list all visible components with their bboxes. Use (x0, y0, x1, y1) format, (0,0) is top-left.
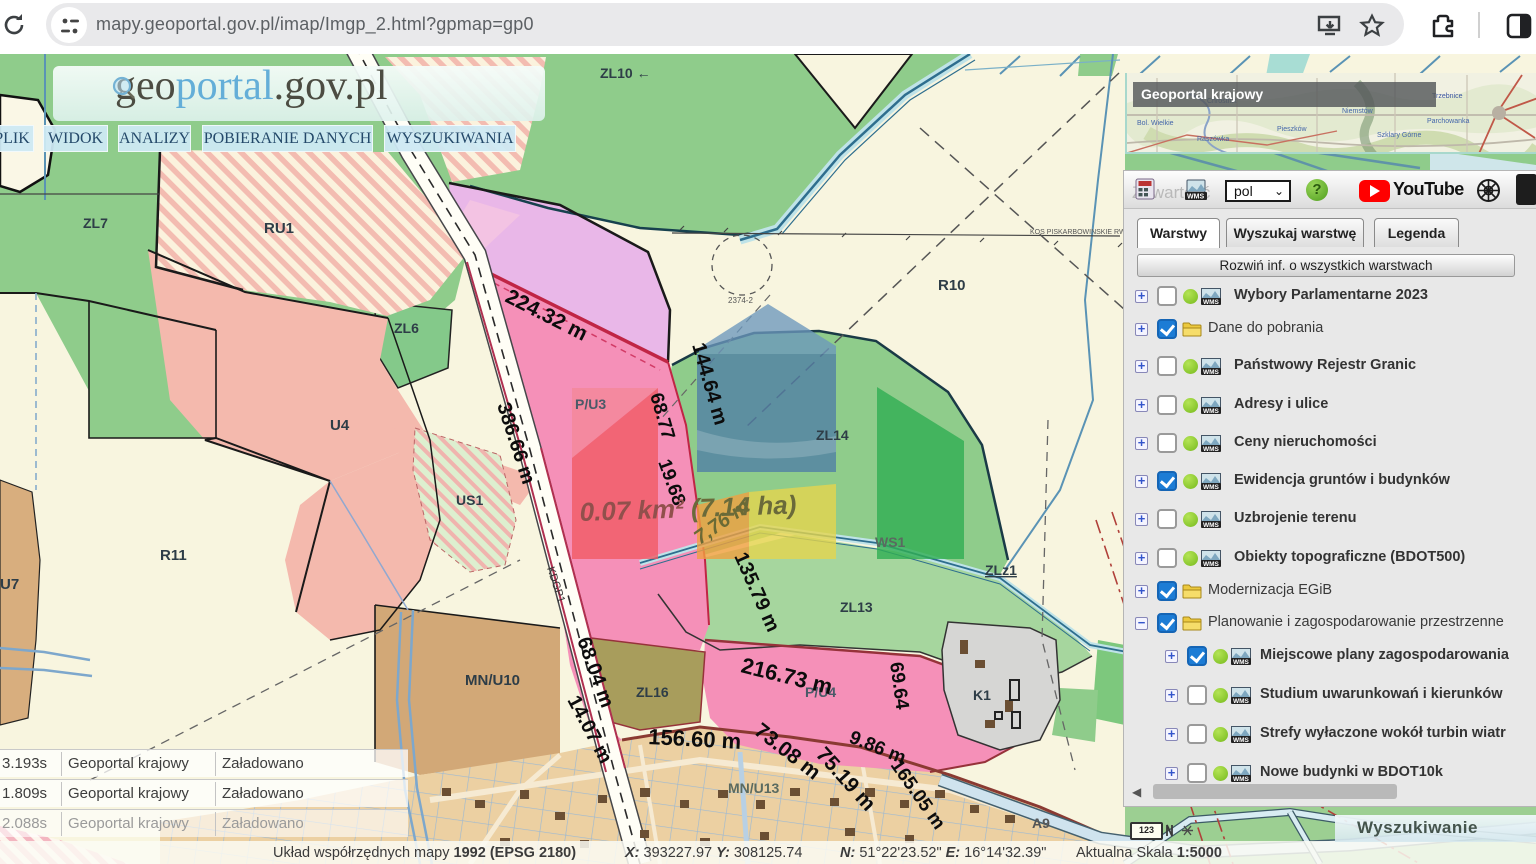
svg-text:WMS: WMS (1203, 446, 1220, 452)
svg-text:ZLz1: ZLz1 (985, 562, 1017, 578)
svg-text:WMS: WMS (1233, 776, 1250, 782)
svg-text:WMS: WMS (1233, 698, 1250, 704)
svg-text:WMS: WMS (1203, 369, 1220, 375)
svg-text:ZL16: ZL16 (636, 684, 669, 700)
svg-text:RU1: RU1 (264, 220, 294, 237)
svg-text:WMS: WMS (1203, 522, 1220, 528)
svg-text:ZL10 ←: ZL10 ← (600, 65, 651, 81)
svg-text:Pieszków: Pieszków (1277, 126, 1308, 133)
svg-text:KOS PISKARBOWINSKIE RW: KOS PISKARBOWINSKIE RW (1030, 229, 1126, 236)
svg-text:WMS: WMS (1203, 299, 1220, 305)
svg-text:MN/U13: MN/U13 (728, 780, 780, 796)
svg-text:ZL7: ZL7 (83, 215, 108, 231)
svg-text:R11: R11 (160, 547, 187, 564)
svg-text:WS1: WS1 (875, 534, 906, 550)
svg-text:U7: U7 (0, 576, 19, 593)
svg-text:ZL13: ZL13 (840, 599, 873, 615)
svg-text:WMS: WMS (1233, 659, 1250, 665)
svg-text:A9: A9 (1032, 815, 1050, 831)
svg-text:ZL6: ZL6 (394, 320, 419, 336)
svg-text:Trzebnice: Trzebnice (1432, 93, 1463, 100)
svg-text:WMS: WMS (1203, 561, 1220, 567)
svg-text:WMS: WMS (1203, 408, 1220, 414)
svg-text:156.60 m: 156.60 m (648, 724, 742, 754)
svg-text:K1: K1 (973, 687, 991, 703)
svg-text:Parchowanka: Parchowanka (1427, 118, 1470, 125)
svg-text:P/U3: P/U3 (575, 396, 606, 412)
svg-text:Bol. Wielkie: Bol. Wielkie (1137, 120, 1174, 127)
svg-text:WMS: WMS (1187, 194, 1204, 201)
svg-text:WMS: WMS (1203, 484, 1220, 490)
svg-text:Raszówka: Raszówka (1197, 136, 1229, 143)
svg-text:MN/U10: MN/U10 (465, 672, 520, 689)
svg-text:2374-2: 2374-2 (728, 296, 753, 305)
svg-text:US1: US1 (456, 492, 483, 508)
svg-text:R10: R10 (938, 277, 966, 294)
svg-text:ZL14: ZL14 (816, 427, 849, 443)
svg-text:WMS: WMS (1233, 737, 1250, 743)
svg-text:Niemstów: Niemstów (1342, 108, 1374, 115)
svg-text:U4: U4 (330, 417, 350, 434)
svg-text:Szklary Górne: Szklary Górne (1377, 132, 1421, 139)
